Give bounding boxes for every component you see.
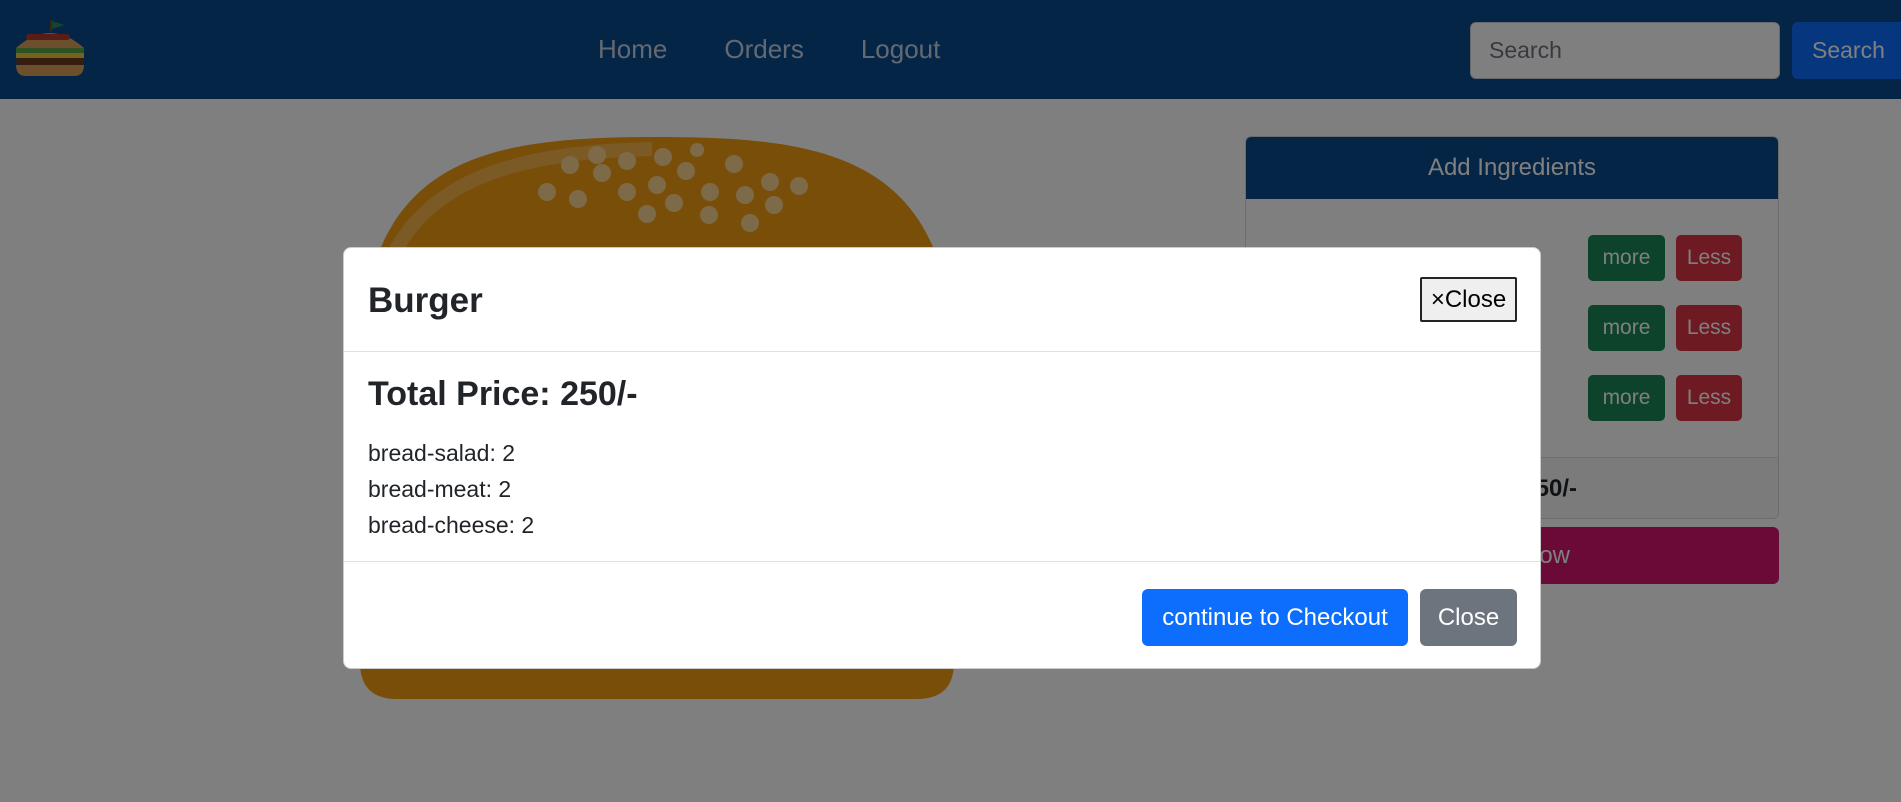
modal-close-x-button[interactable]: ×Close <box>1420 277 1517 322</box>
continue-to-checkout-button[interactable]: continue to Checkout <box>1142 589 1408 646</box>
modal-body: Total Price: 250/- bread-salad: 2 bread-… <box>344 353 1540 562</box>
modal-title: Burger <box>368 281 483 320</box>
list-item: bread-meat: 2 <box>368 476 512 502</box>
close-button[interactable]: Close <box>1420 589 1517 646</box>
ingredient-list: bread-salad: 2 bread-meat: 2 bread-chees… <box>368 435 534 543</box>
total-price: Total Price: 250/- <box>368 375 638 413</box>
order-summary-modal: Burger ×Close Total Price: 250/- bread-s… <box>343 247 1541 669</box>
modal-header: Burger ×Close <box>344 248 1540 352</box>
list-item: bread-cheese: 2 <box>368 512 535 538</box>
list-item: bread-salad: 2 <box>368 440 516 466</box>
